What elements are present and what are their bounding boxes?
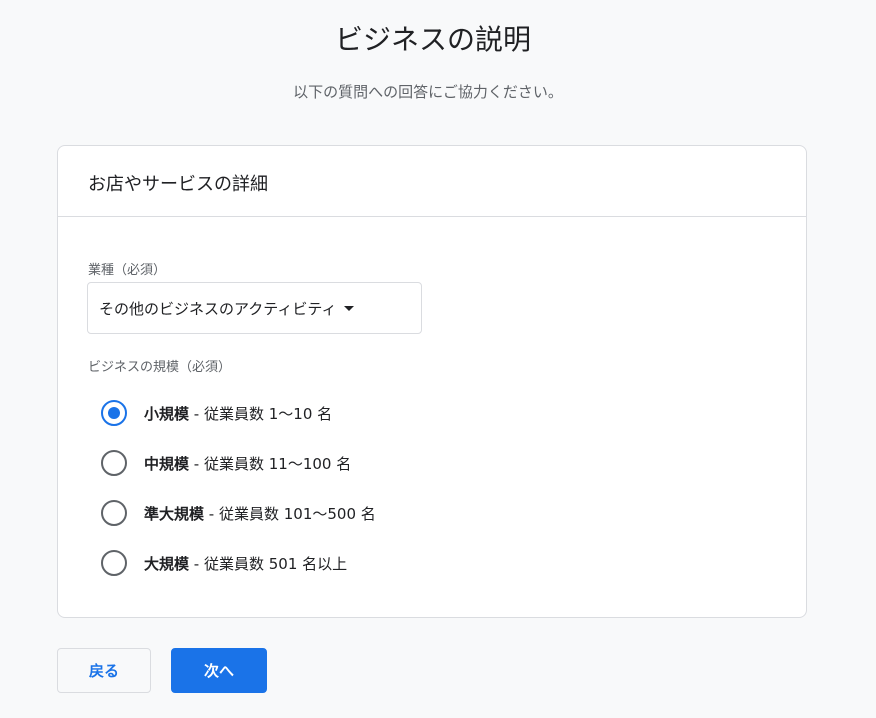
size-option-label: 大規模 - 従業員数 501 名以上 xyxy=(144,553,347,574)
size-option-name: 中規模 xyxy=(144,454,190,473)
back-button[interactable]: 戻る xyxy=(57,648,151,693)
radio-unchecked-icon[interactable] xyxy=(101,450,127,476)
size-option-name: 小規模 xyxy=(144,404,190,423)
page-title: ビジネスの説明 xyxy=(334,23,531,56)
business-details-card: お店やサービスの詳細 業種（必須） その他のビジネスのアクティビティ ビジネスの… xyxy=(57,145,807,618)
size-option-name: 準大規模 xyxy=(144,504,205,523)
size-option-medium[interactable]: 中規模 - 従業員数 11〜100 名 xyxy=(101,449,351,477)
size-option-detail: - 従業員数 101〜500 名 xyxy=(204,504,376,523)
size-option-detail: - 従業員数 11〜100 名 xyxy=(189,454,352,473)
radio-unchecked-icon[interactable] xyxy=(101,550,127,576)
next-button[interactable]: 次へ xyxy=(171,648,267,693)
industry-label: 業種（必須） xyxy=(88,263,167,278)
industry-select[interactable]: その他のビジネスのアクティビティ xyxy=(87,282,422,334)
size-option-detail: - 従業員数 1〜10 名 xyxy=(189,404,333,423)
size-option-small[interactable]: 小規模 - 従業員数 1〜10 名 xyxy=(101,399,332,427)
size-option-detail: - 従業員数 501 名以上 xyxy=(189,554,348,573)
size-option-label: 小規模 - 従業員数 1〜10 名 xyxy=(144,403,332,424)
size-option-name: 大規模 xyxy=(144,554,190,573)
business-size-label: ビジネスの規模（必須） xyxy=(88,360,232,375)
size-option-large[interactable]: 大規模 - 従業員数 501 名以上 xyxy=(101,549,347,577)
dropdown-caret-icon xyxy=(344,305,355,311)
radio-checked-icon[interactable] xyxy=(101,400,127,426)
industry-select-value: その他のビジネスのアクティビティ xyxy=(99,299,337,318)
card-header: お店やサービスの詳細 xyxy=(58,146,806,217)
radio-unchecked-icon[interactable] xyxy=(101,500,127,526)
page-subtitle: 以下の質問への回答にご協力ください。 xyxy=(293,83,563,101)
size-option-label: 中規模 - 従業員数 11〜100 名 xyxy=(144,453,351,474)
size-option-label: 準大規模 - 従業員数 101〜500 名 xyxy=(144,503,376,524)
size-option-upper-medium[interactable]: 準大規模 - 従業員数 101〜500 名 xyxy=(101,499,376,527)
